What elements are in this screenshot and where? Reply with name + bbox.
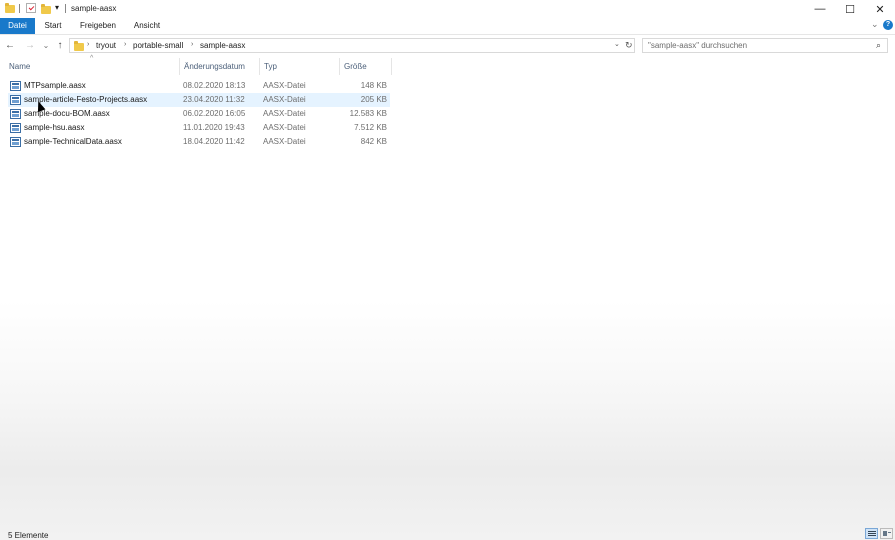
file-type: AASX-Datei xyxy=(263,123,306,132)
forward-button[interactable]: → xyxy=(24,39,36,53)
address-bar[interactable]: › tryout › portable-small › sample-aasx … xyxy=(69,38,635,53)
chevron-down-icon[interactable]: ⌄ xyxy=(614,40,620,48)
search-placeholder: "sample-aasx" durchsuchen xyxy=(648,41,748,50)
file-size: 205 KB xyxy=(360,95,387,104)
column-divider[interactable] xyxy=(259,58,260,75)
large-icons-view-icon[interactable] xyxy=(880,528,893,539)
column-divider[interactable] xyxy=(179,58,180,75)
folder-icon xyxy=(5,3,15,13)
new-folder-icon[interactable] xyxy=(41,4,51,14)
aasx-file-icon xyxy=(10,95,21,105)
tab-freigeben[interactable]: Freigeben xyxy=(76,18,120,34)
file-type: AASX-Datei xyxy=(263,95,306,104)
file-size: 148 KB xyxy=(360,81,387,90)
expand-ribbon-icon[interactable]: ⌄ xyxy=(871,19,879,30)
refresh-icon[interactable]: ↻ xyxy=(625,40,633,51)
file-size: 842 KB xyxy=(360,137,387,146)
file-size: 7.512 KB xyxy=(354,123,387,132)
aasx-file-icon xyxy=(10,137,21,147)
breadcrumb-sample-aasx[interactable]: sample-aasx xyxy=(200,41,245,50)
breadcrumb-portable-small[interactable]: portable-small xyxy=(133,41,183,50)
help-icon[interactable]: ? xyxy=(883,20,893,30)
details-view-icon[interactable] xyxy=(865,528,878,539)
address-row: ← → ⌄ ↑ › tryout › portable-small › samp… xyxy=(0,37,895,55)
up-button[interactable]: ↑ xyxy=(54,39,66,53)
file-type: AASX-Datei xyxy=(263,137,306,146)
column-header-size[interactable]: Größe xyxy=(344,58,367,75)
properties-icon[interactable] xyxy=(26,3,36,13)
chevron-right-icon[interactable]: › xyxy=(87,41,89,48)
file-name: MTPsample.aasx xyxy=(24,81,86,90)
file-type: AASX-Datei xyxy=(263,81,306,90)
aasx-file-icon xyxy=(10,109,21,119)
column-header-name[interactable]: Name xyxy=(9,58,30,75)
file-row[interactable]: sample-article-Festo-Projects.aasx 23.04… xyxy=(8,93,390,107)
back-button[interactable]: ← xyxy=(4,39,16,53)
aasx-file-icon xyxy=(10,123,21,133)
close-button[interactable]: ✕ xyxy=(865,0,895,18)
customize-quick-access-icon[interactable]: ▾ xyxy=(55,3,59,12)
file-row[interactable]: sample-hsu.aasx 11.01.2020 19:43 AASX-Da… xyxy=(8,121,390,135)
divider xyxy=(65,4,66,13)
aasx-file-icon xyxy=(10,81,21,91)
sort-ascending-icon: ^ xyxy=(90,55,94,62)
recent-locations-button[interactable]: ⌄ xyxy=(40,39,52,53)
file-size: 12.583 KB xyxy=(349,109,387,118)
file-row[interactable]: sample-TechnicalData.aasx 18.04.2020 11:… xyxy=(8,135,390,149)
column-divider[interactable] xyxy=(391,58,392,75)
file-row[interactable]: MTPsample.aasx 08.02.2020 18:13 AASX-Dat… xyxy=(8,79,390,93)
maximize-button[interactable]: ☐ xyxy=(835,0,865,18)
column-header-type[interactable]: Typ xyxy=(264,58,277,75)
file-date: 08.02.2020 18:13 xyxy=(183,81,246,90)
file-date: 18.04.2020 11:42 xyxy=(183,137,245,146)
ribbon: Datei Start Freigeben Ansicht ⌄ ? xyxy=(0,18,895,35)
breadcrumb-tryout[interactable]: tryout xyxy=(96,41,116,50)
file-name: sample-hsu.aasx xyxy=(24,123,85,132)
divider xyxy=(19,4,20,13)
status-item-count: 5 Elemente xyxy=(8,531,49,540)
search-input[interactable]: "sample-aasx" durchsuchen ⌕ xyxy=(642,38,888,53)
file-date: 23.04.2020 11:32 xyxy=(183,95,245,104)
file-date: 11.01.2020 19:43 xyxy=(183,123,245,132)
file-date: 06.02.2020 16:05 xyxy=(183,109,246,118)
search-icon[interactable]: ⌕ xyxy=(876,40,881,51)
folder-icon xyxy=(74,41,84,51)
chevron-right-icon[interactable]: › xyxy=(191,41,193,48)
title-bar: ▾ sample-aasx — ☐ ✕ xyxy=(0,0,895,18)
tab-start[interactable]: Start xyxy=(40,18,66,34)
file-row[interactable]: sample-docu-BOM.aasx 06.02.2020 16:05 AA… xyxy=(8,107,390,121)
tab-ansicht[interactable]: Ansicht xyxy=(130,18,164,34)
chevron-right-icon[interactable]: › xyxy=(124,41,126,48)
window-title: sample-aasx xyxy=(71,4,117,13)
column-header-date[interactable]: Änderungsdatum xyxy=(184,58,245,75)
file-name: sample-TechnicalData.aasx xyxy=(24,137,122,146)
column-divider[interactable] xyxy=(339,58,340,75)
minimize-button[interactable]: — xyxy=(805,0,835,18)
file-type: AASX-Datei xyxy=(263,109,306,118)
tab-datei[interactable]: Datei xyxy=(0,18,35,34)
